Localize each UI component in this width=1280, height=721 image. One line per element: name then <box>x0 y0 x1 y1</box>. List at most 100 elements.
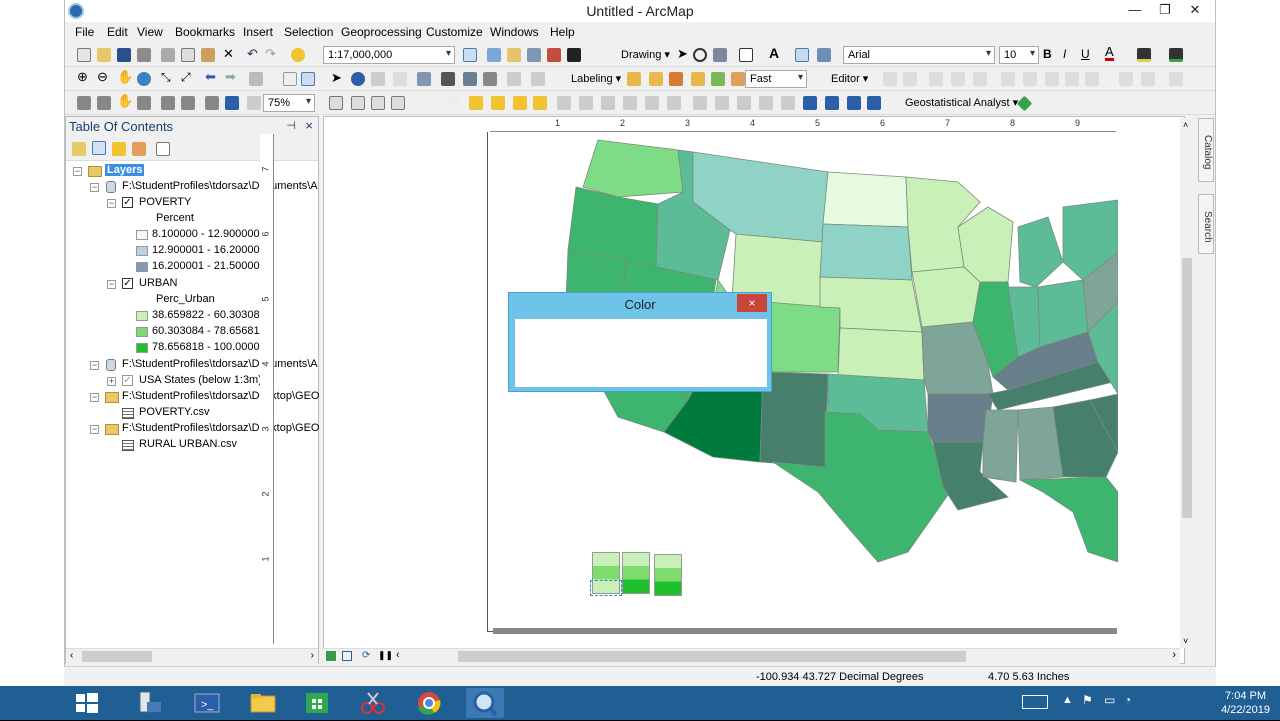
editor-menu[interactable]: Editor ▾ <box>831 72 868 85</box>
legend-swatch[interactable] <box>136 311 148 321</box>
send-backward-icon[interactable] <box>533 96 547 110</box>
legend-swatch[interactable] <box>136 327 148 337</box>
fixed-zoom-in-2-icon[interactable] <box>181 96 195 110</box>
lock-labels-icon[interactable] <box>691 72 705 86</box>
layout-pan-icon[interactable]: ✋ <box>117 93 133 109</box>
source-3-expander[interactable]: − <box>90 393 99 402</box>
list-by-drawing-order-icon[interactable] <box>72 142 86 156</box>
pin-icon[interactable]: ⊣ <box>286 119 296 132</box>
align-bottom-icon[interactable] <box>667 96 681 110</box>
pointer-icon[interactable]: ➤ <box>331 70 342 86</box>
color-dialog-close-button[interactable]: × <box>737 294 767 312</box>
zoom-whole-page-2-icon[interactable] <box>137 96 151 110</box>
print-icon[interactable] <box>137 48 151 62</box>
new-document-icon[interactable] <box>77 48 91 62</box>
menu-help[interactable]: Help <box>550 25 575 39</box>
paste-icon[interactable] <box>201 48 215 62</box>
layer-poverty[interactable]: POVERTY <box>139 196 191 208</box>
source-path-2[interactable]: F:\StudentProfiles\tdorsaz\Documents\A <box>122 358 318 370</box>
file-explorer-taskbar-icon[interactable] <box>244 688 282 718</box>
go-back-extent-icon[interactable] <box>225 96 239 110</box>
zoom-100-icon[interactable] <box>161 96 175 110</box>
save-icon[interactable] <box>117 48 131 62</box>
chrome-taskbar-icon[interactable] <box>410 688 448 718</box>
identify-icon[interactable] <box>351 72 365 86</box>
layout-horizontal-scrollbar[interactable]: ⟳ ❚❚ ‹ › <box>322 648 1180 664</box>
full-extent-icon[interactable] <box>137 72 151 86</box>
sketch-properties-icon[interactable] <box>1119 72 1133 86</box>
create-features-icon[interactable] <box>1141 72 1155 86</box>
goto-xy-icon[interactable] <box>483 72 497 86</box>
catalog-window-icon[interactable] <box>507 48 521 62</box>
pause-labeling-icon[interactable] <box>711 72 725 86</box>
table-of-contents-icon[interactable] <box>487 48 501 62</box>
text-tool-icon[interactable]: A <box>769 45 779 61</box>
layers-expander[interactable]: − <box>73 167 82 176</box>
select-elements-icon[interactable]: ➤ <box>677 46 688 62</box>
menu-edit[interactable]: Edit <box>107 25 128 39</box>
source-1-expander[interactable]: − <box>90 183 99 192</box>
labeling-menu[interactable]: Labeling ▾ <box>571 72 621 85</box>
split-tool-icon[interactable] <box>1001 72 1015 86</box>
focus-data-frame-icon[interactable] <box>351 96 365 110</box>
label-priority-icon[interactable] <box>649 72 663 86</box>
copy-icon[interactable] <box>181 48 195 62</box>
pause-drawing-icon[interactable]: ❚❚ <box>378 650 393 661</box>
catalog-dock-tab[interactable]: Catalog <box>1198 118 1214 182</box>
menu-insert[interactable]: Insert <box>243 25 273 39</box>
map-scale-select[interactable]: 1:17,000,000 <box>323 46 455 64</box>
source-path-1[interactable]: F:\StudentProfiles\tdorsaz\Documents\A <box>122 180 318 192</box>
make-same-width-icon[interactable] <box>759 96 773 110</box>
label-weight-icon[interactable] <box>669 72 683 86</box>
server-manager-taskbar-icon[interactable] <box>130 688 168 718</box>
geostat-wizard-icon[interactable] <box>1016 95 1033 112</box>
back-icon[interactable]: ⬅ <box>205 69 216 85</box>
fixed-zoom-out-icon[interactable]: ⤢ <box>181 70 191 85</box>
find-route-icon[interactable] <box>463 72 477 86</box>
table-poverty-csv[interactable]: POVERTY.csv <box>139 406 210 418</box>
layout-zoom-out-icon[interactable] <box>97 96 111 110</box>
redo-icon[interactable]: ↷ <box>265 46 276 62</box>
attributes-icon[interactable] <box>1085 72 1099 86</box>
search-dock-tab[interactable]: Search <box>1198 194 1214 254</box>
make-same-size-icon[interactable] <box>737 96 751 110</box>
italic-button[interactable]: I <box>1063 47 1066 61</box>
cut-icon[interactable] <box>161 48 175 62</box>
go-forward-extent-icon[interactable] <box>247 96 261 110</box>
table-rural-urban-csv[interactable]: RURAL URBAN.csv <box>139 438 237 450</box>
flip-vertical-icon[interactable] <box>867 96 881 110</box>
scroll-left-icon[interactable]: ‹ <box>70 650 73 661</box>
options-icon[interactable] <box>156 142 170 156</box>
scroll-down-icon[interactable]: ˅ <box>1183 636 1188 646</box>
select-by-rectangle-icon[interactable] <box>249 72 263 86</box>
align-center-icon[interactable] <box>579 96 593 110</box>
underline-button[interactable]: U <box>1081 47 1090 61</box>
menu-view[interactable]: View <box>137 25 163 39</box>
make-same-height-icon[interactable] <box>781 96 795 110</box>
rotate-icon[interactable] <box>693 48 707 62</box>
clear-selection-icon[interactable] <box>283 72 297 86</box>
ungroup-icon[interactable] <box>447 96 461 110</box>
label-quality-select[interactable]: Fast <box>745 70 807 88</box>
data-view-icon[interactable] <box>326 651 336 661</box>
toggle-draft-icon[interactable] <box>329 96 343 110</box>
snipping-tool-taskbar-icon[interactable] <box>354 688 392 718</box>
edit-text-icon[interactable] <box>817 48 831 62</box>
legend-patch-3[interactable] <box>654 554 682 596</box>
snapping-icon[interactable] <box>1169 72 1183 86</box>
send-to-back-icon[interactable] <box>491 96 505 110</box>
trace-icon[interactable] <box>973 72 987 86</box>
source-2-expander[interactable]: − <box>90 361 99 370</box>
list-by-visibility-icon[interactable] <box>112 142 126 156</box>
usa-states-visibility-checkbox[interactable]: ✓ <box>122 375 133 386</box>
fixed-zoom-out-2-icon[interactable] <box>205 96 219 110</box>
scroll-thumb[interactable] <box>82 651 152 662</box>
bring-to-front-icon[interactable] <box>469 96 483 110</box>
forward-icon[interactable]: ➡ <box>225 69 236 85</box>
color-dialog[interactable]: Color × <box>508 292 772 392</box>
reshape-icon[interactable] <box>1065 72 1079 86</box>
close-button[interactable]: ✕ <box>1180 0 1210 20</box>
distribute-horizontally-icon[interactable] <box>693 96 707 110</box>
source-4-expander[interactable]: − <box>90 425 99 434</box>
poverty-expander[interactable]: − <box>107 199 116 208</box>
